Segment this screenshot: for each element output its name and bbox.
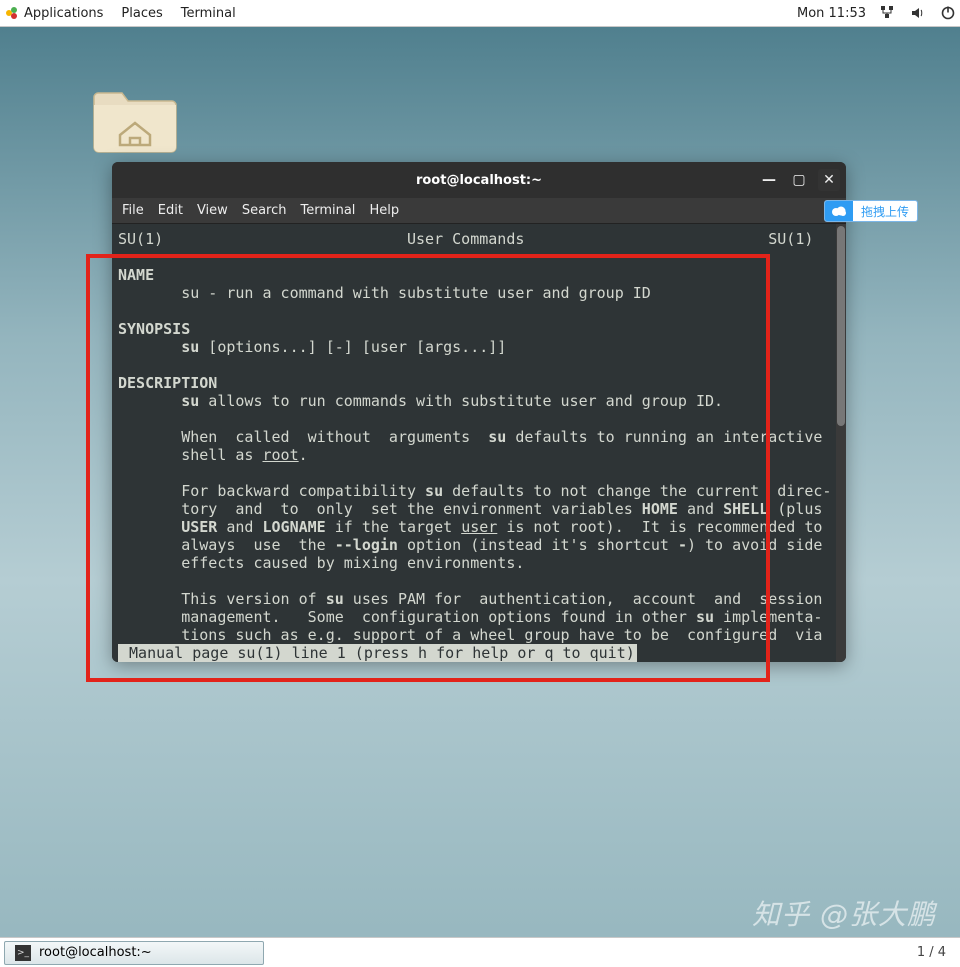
terminal-menubar: File Edit View Search Terminal Help [112,198,846,224]
terminal-scrollbar[interactable] [836,224,846,662]
taskbar-terminal-button[interactable]: >_ root@localhost:~ [4,941,264,965]
workspace-pager[interactable]: 1 / 4 [917,945,956,960]
cloud-upload-label: 拖拽上传 [853,203,917,220]
power-icon[interactable] [940,5,956,21]
terminal-icon: >_ [15,945,31,961]
menu-file[interactable]: File [122,203,144,218]
scrollbar-thumb[interactable] [837,226,845,426]
terminal-window: root@localhost:~ — ▢ ✕ File Edit View Se… [112,162,846,662]
volume-icon[interactable] [910,5,926,21]
network-icon[interactable] [880,5,896,21]
manpage-status-line: Manual page su(1) line 1 (press h for he… [118,644,637,662]
distro-logo-icon [4,5,20,21]
cloud-upload-badge[interactable]: 拖拽上传 [824,200,918,222]
menu-terminal[interactable]: Terminal [181,6,236,21]
menu-edit[interactable]: Edit [158,203,183,218]
bottom-panel: >_ root@localhost:~ 1 / 4 [0,937,960,967]
menu-view[interactable]: View [197,203,228,218]
cloud-icon [825,200,853,222]
clock[interactable]: Mon 11:53 [797,6,866,21]
terminal-text: SU(1) User Commands SU(1) NAME su - run … [116,228,842,662]
top-panel: Applications Places Terminal Mon 11:53 [0,0,960,27]
window-close-button[interactable]: ✕ [818,169,840,191]
watermark: 知乎 @张大鹏 [752,893,936,933]
menu-termmenu[interactable]: Terminal [300,203,355,218]
window-maximize-button[interactable]: ▢ [788,169,810,191]
menu-applications[interactable]: Applications [24,6,103,21]
terminal-viewport[interactable]: SU(1) User Commands SU(1) NAME su - run … [112,224,846,662]
menu-help[interactable]: Help [369,203,399,218]
window-titlebar[interactable]: root@localhost:~ — ▢ ✕ [112,162,846,198]
window-title: root@localhost:~ [416,173,542,188]
desktop-home-folder[interactable] [90,75,180,155]
menu-search[interactable]: Search [242,203,287,218]
window-minimize-button[interactable]: — [758,169,780,191]
taskbar-item-label: root@localhost:~ [39,945,152,960]
menu-places[interactable]: Places [121,6,162,21]
